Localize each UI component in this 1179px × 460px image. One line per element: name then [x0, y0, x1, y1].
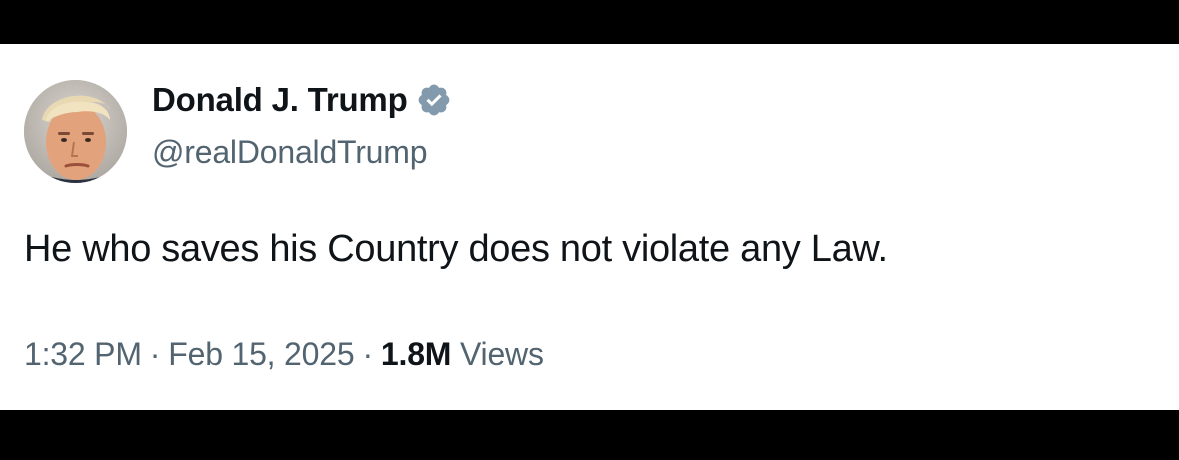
tweet-text: He who saves his Country does not violat…: [24, 228, 888, 270]
avatar[interactable]: [24, 80, 127, 183]
tweet-metadata: 1:32 PM · Feb 15, 2025 · 1.8M Views: [24, 336, 544, 373]
tweet-date[interactable]: Feb 15, 2025: [168, 336, 354, 372]
tweet-card[interactable]: Donald J. Trump @realDonaldTrump He who …: [0, 44, 1179, 410]
tweet-time[interactable]: 1:32 PM: [24, 336, 142, 372]
screenshot-frame: Donald J. Trump @realDonaldTrump He who …: [0, 0, 1179, 460]
meta-separator: ·: [149, 336, 161, 372]
avatar-portrait-icon: [24, 80, 127, 183]
author-name-row[interactable]: Donald J. Trump: [152, 80, 452, 120]
author-name[interactable]: Donald J. Trump: [152, 81, 408, 119]
views-count[interactable]: 1.8M: [381, 336, 452, 372]
author-handle[interactable]: @realDonaldTrump: [152, 134, 428, 171]
meta-separator: ·: [362, 336, 373, 372]
verified-badge-icon[interactable]: [416, 82, 452, 118]
views-label[interactable]: Views: [460, 336, 544, 372]
